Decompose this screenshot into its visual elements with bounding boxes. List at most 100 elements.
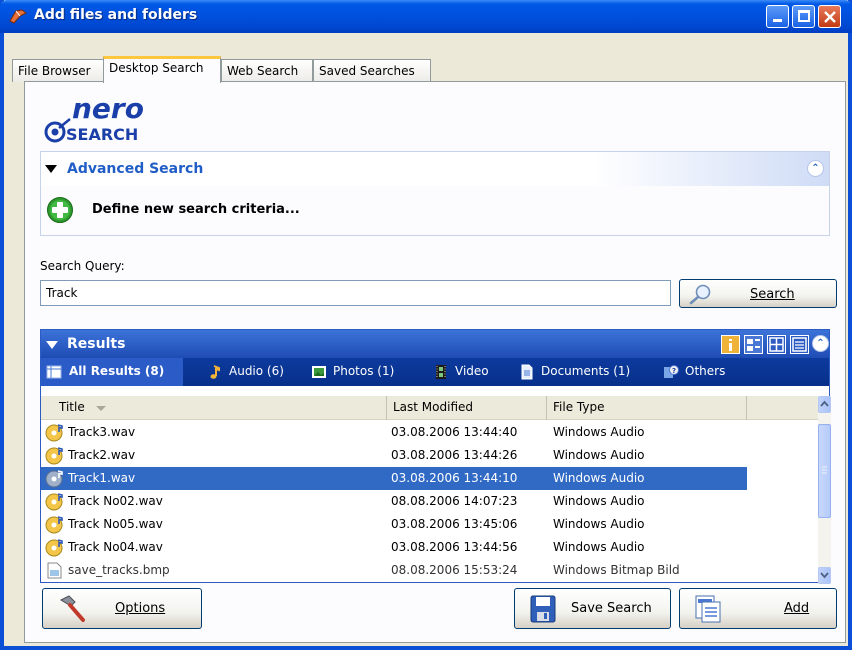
add-button[interactable]: Add — [679, 588, 837, 629]
table-row-selected[interactable]: Track1.wav 03.08.2006 13:44:10 Windows A… — [41, 467, 747, 490]
nero-search-logo: nero SEARCH — [44, 92, 144, 144]
audio-file-icon — [45, 447, 63, 465]
tab-file-browser[interactable]: File Browser — [12, 59, 104, 82]
collapse-triangle-icon — [46, 341, 58, 349]
define-criteria-label: Define new search criteria... — [92, 202, 300, 217]
desktop-search-panel: nero SEARCH Advanced Search ⌃ Define new… — [24, 81, 846, 643]
collapse-triangle-icon — [45, 165, 57, 173]
photo-icon — [312, 366, 326, 378]
collapse-chevron-up-icon[interactable]: ⌃ — [807, 160, 824, 177]
filter-label: Photos (1) — [333, 364, 395, 378]
filter-label: All Results (8) — [69, 364, 165, 378]
audio-file-icon — [45, 516, 63, 534]
tab-saved-searches[interactable]: Saved Searches — [313, 59, 431, 82]
search-button[interactable]: Search — [679, 279, 837, 308]
advanced-search-header[interactable]: Advanced Search ⌃ — [41, 152, 829, 186]
cell-modified: 03.08.2006 13:45:06 — [391, 517, 518, 531]
options-button-label: Options — [115, 601, 166, 616]
filter-label: Video — [455, 364, 489, 378]
search-button-label: Search — [750, 287, 795, 302]
cell-title: Track No05.wav — [68, 517, 163, 531]
cell-title: Track1.wav — [68, 471, 136, 485]
filter-video[interactable]: Video — [433, 358, 503, 386]
maximize-button[interactable] — [792, 5, 815, 28]
cell-modified: 08.08.2006 14:07:23 — [391, 494, 518, 508]
sort-arrow-icon — [96, 406, 106, 411]
cell-type: Windows Audio — [553, 471, 645, 485]
results-list: Track3.wav 03.08.2006 13:44:40 Windows A… — [41, 421, 818, 584]
cell-type: Windows Audio — [553, 494, 645, 508]
hammer-icon — [59, 595, 85, 622]
cell-type: Windows Audio — [553, 540, 645, 554]
filter-all-results[interactable]: All Results (8) — [41, 358, 183, 386]
list-icon — [46, 365, 62, 379]
cell-title: Track2.wav — [68, 448, 136, 462]
column-header-label: File Type — [553, 400, 605, 414]
column-header-label: Title — [59, 400, 85, 414]
column-header-last-modified[interactable]: Last Modified — [387, 396, 547, 420]
tab-label: File Browser — [18, 64, 91, 78]
maximize-icon — [798, 10, 810, 22]
filter-documents[interactable]: Documents (1) — [519, 358, 649, 386]
advanced-search-section: Advanced Search ⌃ Define new search crit… — [40, 151, 830, 236]
table-row[interactable]: Track3.wav 03.08.2006 13:44:40 Windows A… — [41, 421, 747, 444]
filter-label: Others — [685, 364, 726, 378]
scroll-up-button[interactable] — [818, 396, 831, 413]
minimize-icon — [773, 19, 782, 22]
search-query-label: Search Query: — [40, 259, 125, 273]
cell-title: Track No02.wav — [68, 494, 163, 508]
cell-title: Track No04.wav — [68, 540, 163, 554]
search-query-input[interactable] — [40, 280, 671, 306]
filter-label: Documents (1) — [541, 364, 631, 378]
minimize-button[interactable] — [766, 5, 789, 28]
filter-label: Audio (6) — [229, 364, 284, 378]
grid-view-icon[interactable] — [767, 335, 786, 354]
scroll-down-button[interactable] — [818, 567, 831, 584]
nero-app-icon — [9, 9, 27, 24]
cell-modified: 03.08.2006 13:44:10 — [391, 471, 518, 485]
logo-search-text: SEARCH — [66, 125, 138, 144]
cell-type: Windows Audio — [553, 425, 645, 439]
tab-desktop-search[interactable]: Desktop Search — [103, 56, 221, 83]
magnifier-icon — [689, 284, 711, 305]
tab-label: Saved Searches — [319, 64, 415, 78]
vertical-scrollbar[interactable] — [818, 396, 831, 584]
column-header-title[interactable]: Title — [41, 396, 387, 420]
tab-web-search[interactable]: Web Search — [221, 59, 313, 82]
filter-audio[interactable]: Audio (6) — [207, 358, 297, 386]
table-row[interactable]: Track No02.wav 08.08.2006 14:07:23 Windo… — [41, 490, 747, 513]
table-row[interactable]: save_tracks.bmp 08.08.2006 15:53:24 Wind… — [41, 559, 747, 582]
bitmap-file-icon — [47, 562, 62, 579]
results-header[interactable]: Results ⌃ — [41, 330, 829, 358]
tab-label: Desktop Search — [109, 61, 204, 75]
table-row[interactable]: Track No04.wav 03.08.2006 13:44:56 Windo… — [41, 536, 747, 559]
floppy-disk-icon — [530, 595, 556, 623]
cell-type: Windows Bitmap Bild — [553, 563, 680, 577]
close-button[interactable] — [818, 5, 841, 28]
cell-modified: 03.08.2006 13:44:40 — [391, 425, 518, 439]
title-bar[interactable]: Add files and folders — [0, 0, 852, 33]
cell-type: Windows Audio — [553, 517, 645, 531]
results-title: Results — [67, 336, 126, 352]
filter-others[interactable]: ? Others — [663, 358, 743, 386]
cell-modified: 03.08.2006 13:44:26 — [391, 448, 518, 462]
thumbnail-view-icon[interactable] — [744, 335, 763, 354]
table-row[interactable]: Track No05.wav 03.08.2006 13:45:06 Windo… — [41, 513, 747, 536]
add-button-label: Add — [784, 601, 810, 616]
info-view-icon[interactable] — [721, 335, 740, 354]
collapse-chevron-up-icon[interactable]: ⌃ — [812, 335, 829, 352]
list-view-icon[interactable] — [790, 335, 809, 354]
filter-photos[interactable]: Photos (1) — [311, 358, 411, 386]
options-button[interactable]: Options — [42, 588, 202, 629]
column-header-file-type[interactable]: File Type — [547, 396, 747, 420]
column-header-row: Title Last Modified File Type — [41, 396, 818, 420]
window-title: Add files and folders — [34, 7, 198, 23]
scrollbar-thumb[interactable] — [818, 424, 831, 518]
logo-nero-text: nero — [72, 92, 144, 125]
result-filter-bar: All Results (8) Audio (6) Photos (1) Vid… — [41, 358, 829, 386]
save-search-button[interactable]: Save Search — [514, 588, 671, 629]
audio-file-icon — [45, 424, 63, 442]
cell-title: Track3.wav — [68, 425, 136, 439]
table-row[interactable]: Track2.wav 03.08.2006 13:44:26 Windows A… — [41, 444, 747, 467]
add-plus-icon — [47, 197, 73, 223]
